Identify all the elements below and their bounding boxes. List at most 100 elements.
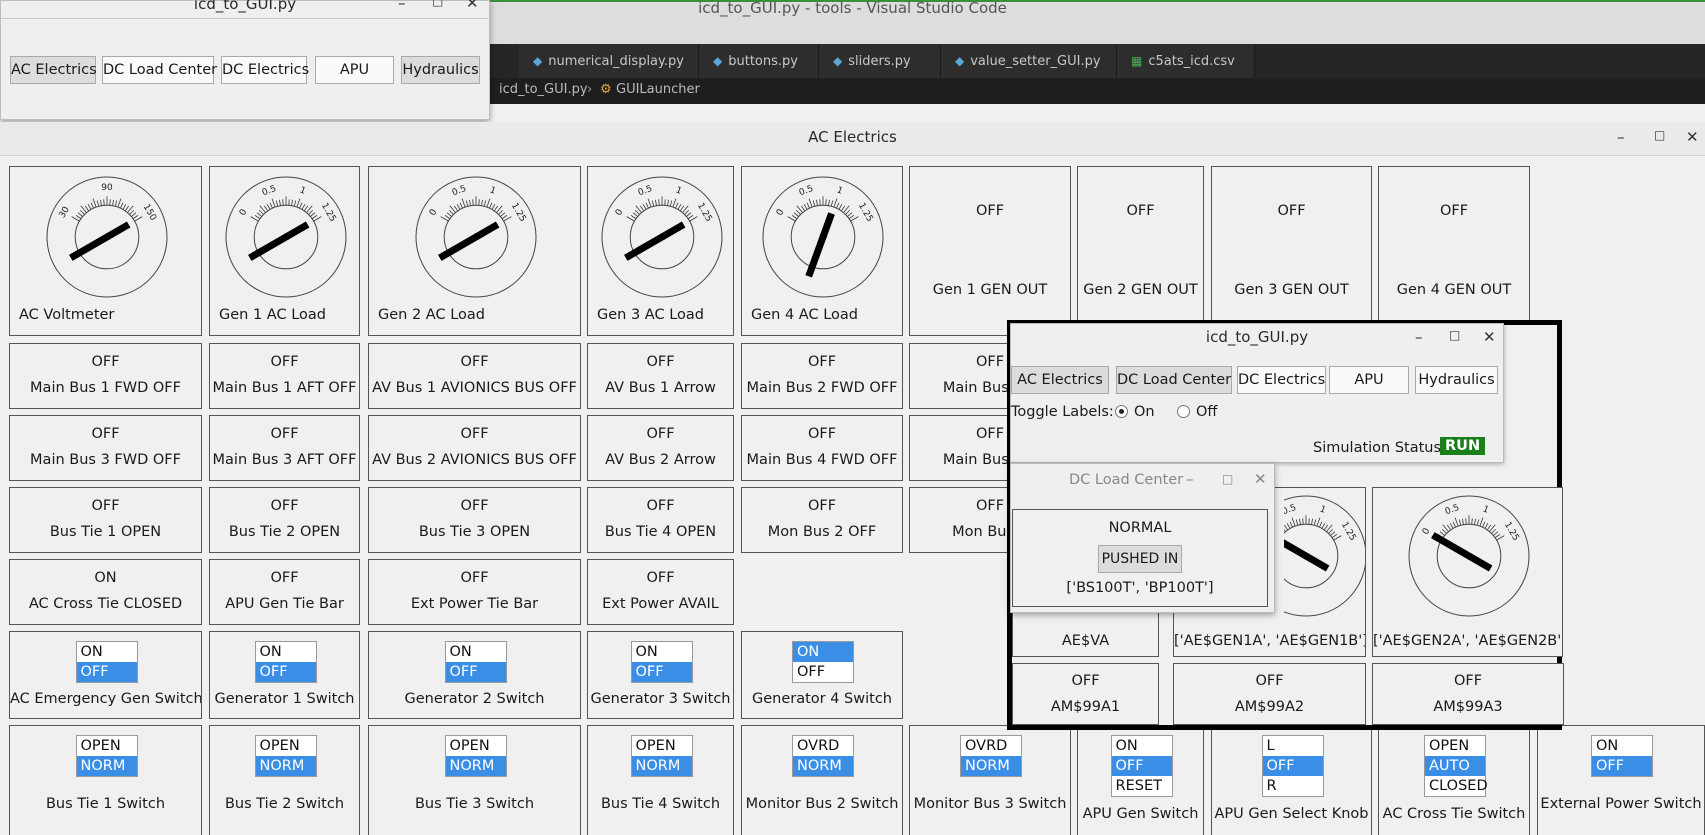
toggle-on-radio[interactable]: On: [1115, 404, 1155, 420]
toggle-labels-label: Toggle Labels:: [1011, 404, 1114, 420]
dc-electrics-button[interactable]: DC Electrics: [1237, 366, 1326, 394]
selector-option[interactable]: CLOSED: [1425, 776, 1488, 796]
selector-option[interactable]: OFF: [1262, 756, 1323, 776]
selector-option[interactable]: OVRD: [793, 736, 853, 756]
dc-load-center-button[interactable]: DC Load Center: [1116, 366, 1232, 394]
signal-ids: ['BS100T', 'BP100T']: [1066, 580, 1214, 596]
selector-list[interactable]: ON OFF: [1591, 735, 1653, 777]
maximize-icon[interactable]: □: [1654, 128, 1665, 142]
breadcrumb-file[interactable]: icd_to_GUI.py: [499, 82, 588, 97]
minimize-icon[interactable]: –: [398, 0, 406, 12]
selector-option[interactable]: OPEN: [77, 736, 137, 756]
selector-option[interactable]: OPEN: [446, 736, 506, 756]
selector-option[interactable]: ON: [256, 642, 316, 662]
indicator-value: OFF: [460, 426, 489, 442]
selector-option[interactable]: ON: [1592, 736, 1652, 756]
selector-list[interactable]: OPEN NORM: [75, 735, 138, 777]
dc-load-center-button[interactable]: DC Load Center: [102, 56, 217, 84]
selector-list[interactable]: OPEN AUTO CLOSED: [1424, 735, 1488, 797]
vscode-tab[interactable]: ◆ value_setter_GUI.py: [941, 44, 1117, 78]
selector-option[interactable]: R: [1263, 776, 1323, 796]
selector-option[interactable]: ON: [77, 642, 137, 662]
ac-electrics-button[interactable]: AC Electrics: [10, 56, 97, 84]
hydraulics-button[interactable]: Hydraulics: [1415, 366, 1498, 394]
selector-option[interactable]: NORM: [631, 756, 692, 776]
selector-option[interactable]: NORM: [255, 756, 316, 776]
minimize-icon[interactable]: –: [1415, 328, 1423, 346]
selector-list[interactable]: ON OFF: [792, 641, 854, 683]
selector-option[interactable]: OFF: [1111, 756, 1172, 776]
indicator-cell: OFF Main Bus 4 FWD OFF: [741, 415, 903, 481]
vscode-tab[interactable]: ◆ buttons.py: [699, 44, 819, 78]
breadcrumb-symbol[interactable]: GUILauncher: [616, 82, 700, 97]
selector-list[interactable]: OVRD NORM: [960, 735, 1022, 777]
vscode-tab[interactable]: ▦ c5ats_icd.csv: [1117, 44, 1255, 78]
close-icon[interactable]: ✕: [466, 0, 479, 12]
selector-option[interactable]: NORM: [445, 756, 506, 776]
selector-option[interactable]: OFF: [793, 662, 853, 682]
maximize-icon[interactable]: □: [1449, 328, 1460, 342]
indicator-label: Main Bus 4 FWD OFF: [746, 452, 898, 468]
gauge-tick-label: 0.5: [450, 184, 467, 198]
vscode-tab[interactable]: ◆ numerical_display.py: [519, 44, 699, 78]
selector-list[interactable]: ON OFF RESET: [1110, 735, 1173, 797]
ac-electrics-button[interactable]: AC Electrics: [1011, 366, 1109, 394]
selector-option[interactable]: OFF: [76, 662, 137, 682]
indicator-cell: OFF Main Bus 1 FWD OFF: [9, 343, 202, 409]
selector-list[interactable]: OVRD NORM: [792, 735, 854, 777]
selector-list[interactable]: OPEN NORM: [630, 735, 693, 777]
selector-option[interactable]: OFF: [1592, 756, 1652, 776]
minimize-icon[interactable]: –: [1617, 128, 1625, 146]
toggle-off-radio[interactable]: Off: [1177, 404, 1217, 420]
selector-list[interactable]: ON OFF: [254, 641, 317, 683]
maximize-icon[interactable]: □: [1222, 472, 1233, 486]
indicator-cell: OFF AM$99A1: [1012, 663, 1159, 725]
pushed-in-button[interactable]: PUSHED IN: [1098, 545, 1182, 573]
close-icon[interactable]: ✕: [1254, 470, 1267, 488]
selector-list[interactable]: OPEN NORM: [254, 735, 317, 777]
selector-list[interactable]: ON OFF: [444, 641, 507, 683]
indicator-label: Mon Bus 2 OFF: [767, 524, 877, 540]
switch-label: Bus Tie 4 Switch: [600, 796, 721, 812]
selector-option[interactable]: RESET: [1112, 776, 1172, 796]
selector-list[interactable]: ON OFF: [75, 641, 138, 683]
maximize-icon[interactable]: □: [432, 0, 443, 8]
selector-option[interactable]: OFF: [631, 662, 692, 682]
selector-option[interactable]: NORM: [793, 756, 853, 776]
selector-list[interactable]: ON OFF: [630, 641, 693, 683]
selector-option[interactable]: ON: [1112, 736, 1172, 756]
selector-option[interactable]: ON: [632, 642, 692, 662]
selector-option[interactable]: ON: [446, 642, 506, 662]
gauge-tick-label: 1: [488, 185, 497, 196]
indicator-label: APU Gen Tie Bar: [225, 596, 344, 612]
gauge-dial: 30 90 150: [46, 176, 167, 298]
selector-option[interactable]: OVRD: [961, 736, 1021, 756]
close-icon[interactable]: ✕: [1483, 328, 1496, 346]
apu-button[interactable]: APU: [315, 56, 394, 84]
gauge: 0 0.5 1 1.25: [600, 175, 724, 303]
close-icon[interactable]: ✕: [1686, 128, 1699, 146]
switch-cell: ON OFF Generator 1 Switch: [209, 631, 360, 719]
selector-option[interactable]: L: [1263, 736, 1323, 756]
indicator-cell: OFF Gen 1 GEN OUT: [909, 166, 1071, 336]
selector-option[interactable]: ON: [793, 642, 853, 662]
indicator-value: OFF: [807, 426, 837, 442]
dc-electrics-button[interactable]: DC Electrics: [221, 56, 309, 84]
selector-option[interactable]: NORM: [76, 756, 137, 776]
minimize-icon[interactable]: –: [1186, 470, 1194, 488]
indicator-label: AM$99A1: [1050, 699, 1121, 715]
hydraulics-button[interactable]: Hydraulics: [401, 56, 480, 84]
vscode-tab[interactable]: ◆ sliders.py: [819, 44, 941, 78]
gauge-cell: 0 0.5 1 1.25 Gen 2 AC Load: [368, 166, 581, 336]
selector-list[interactable]: OPEN NORM: [444, 735, 507, 777]
selector-option[interactable]: NORM: [961, 756, 1021, 776]
selector-option[interactable]: OFF: [445, 662, 506, 682]
selector-option[interactable]: AUTO: [1425, 756, 1485, 776]
selector-option[interactable]: OPEN: [256, 736, 316, 756]
selector-option[interactable]: OPEN: [632, 736, 692, 756]
selector-option[interactable]: OFF: [255, 662, 316, 682]
selector-option[interactable]: OPEN: [1425, 736, 1485, 756]
selector-list[interactable]: L OFF R: [1261, 735, 1324, 797]
apu-button[interactable]: APU: [1329, 366, 1409, 394]
switch-cell: OPEN AUTO CLOSED AC Cross Tie Switch: [1378, 725, 1530, 835]
